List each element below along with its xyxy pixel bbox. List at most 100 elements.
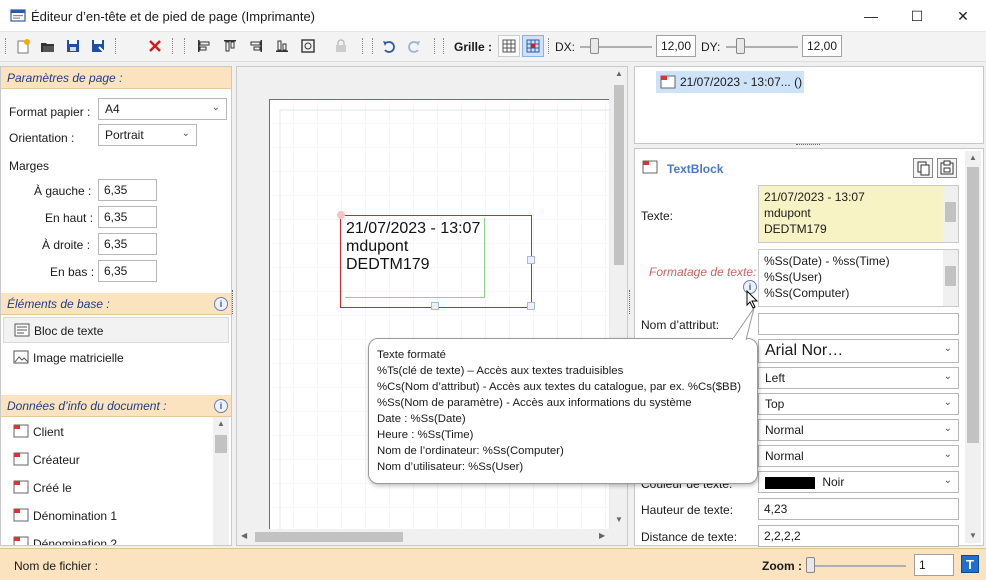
- resize-handle[interactable]: [527, 256, 535, 264]
- align-left-icon[interactable]: [193, 35, 215, 57]
- vertical-align-select[interactable]: Top ⌄: [758, 393, 959, 415]
- zoom-slider[interactable]: [806, 565, 906, 567]
- splitter-right[interactable]: [629, 290, 632, 314]
- maximize-button[interactable]: ☐: [894, 0, 940, 32]
- resize-handle[interactable]: [431, 302, 439, 310]
- dy-label: DY:: [701, 40, 721, 54]
- margin-right-input[interactable]: 6,35: [98, 233, 157, 255]
- new-icon[interactable]: [12, 35, 34, 57]
- orientation-select[interactable]: Portrait ⌄: [98, 124, 197, 146]
- open-icon[interactable]: [37, 35, 59, 57]
- text-mode-icon[interactable]: T: [961, 555, 979, 573]
- selected-text-block[interactable]: 21/07/2023 - 13:07 mdupont DEDTM179: [337, 211, 535, 310]
- align-bottom-icon[interactable]: [271, 35, 293, 57]
- text-distance-label: Distance de texte:: [641, 530, 738, 544]
- delete-icon[interactable]: [144, 35, 166, 57]
- info-icon[interactable]: i: [214, 399, 228, 413]
- page-params-header: Paramètres de page :: [1, 67, 231, 89]
- attribute-name-input[interactable]: [758, 313, 959, 335]
- grid-icon[interactable]: [498, 35, 520, 57]
- text-input[interactable]: 21/07/2023 - 13:07 mdupont DEDTM179: [758, 185, 959, 243]
- format-help-tooltip: Texte formaté %Ts(clé de texte) – Accès …: [368, 338, 758, 484]
- text-scrollbar[interactable]: [943, 186, 958, 242]
- text-height-input[interactable]: 4,23: [758, 498, 959, 520]
- text-label: Texte:: [641, 209, 674, 223]
- dx-slider-thumb[interactable]: [590, 38, 599, 54]
- save-as-icon[interactable]: [87, 35, 109, 57]
- list-item-designation-2[interactable]: Dénomination 2: [3, 531, 229, 545]
- list-item-text-block[interactable]: Bloc de texte: [3, 317, 229, 343]
- scrollbar-thumb[interactable]: [945, 266, 956, 286]
- dy-slider-thumb[interactable]: [736, 38, 745, 54]
- horizontal-align-select[interactable]: Left ⌄: [758, 367, 959, 389]
- tree-node[interactable]: 21/07/2023 - 13:07... (): [656, 71, 804, 93]
- base-elements-header: Éléments de base :: [1, 293, 231, 315]
- close-button[interactable]: ✕: [940, 0, 986, 32]
- scrollbar-thumb[interactable]: [614, 85, 624, 265]
- splitter-left[interactable]: [232, 290, 235, 314]
- paper-format-label: Format papier :: [9, 105, 91, 119]
- scrollbar-thumb[interactable]: [945, 202, 956, 222]
- scroll-up-icon[interactable]: ▲: [969, 153, 977, 162]
- scrollbar-thumb[interactable]: [255, 532, 403, 542]
- left-panel: Paramètres de page : Format papier : A4 ⌄…: [0, 66, 232, 546]
- resize-handle[interactable]: [527, 302, 535, 310]
- title-bar: Éditeur d’en-tête et de pied de page (Im…: [0, 0, 986, 32]
- doc-info-scrollbar[interactable]: ▲: [213, 417, 229, 545]
- toolbar-grip: [5, 38, 7, 54]
- redo-icon[interactable]: [403, 35, 425, 57]
- canvas-hscroll[interactable]: ◀ ▶: [237, 529, 611, 545]
- font-select[interactable]: Arial Nor… ⌄: [758, 339, 959, 363]
- chevron-down-icon: ⌄: [943, 449, 952, 460]
- margin-left-input[interactable]: 6,35: [98, 179, 157, 201]
- minimize-button[interactable]: —: [848, 0, 894, 32]
- text-field-icon: [13, 508, 29, 522]
- paper-format-select[interactable]: A4 ⌄: [98, 98, 227, 120]
- margin-left-label: À gauche :: [34, 184, 92, 198]
- text-distance-input[interactable]: 2,2,2,2: [758, 525, 959, 547]
- text-field-icon: [13, 424, 29, 438]
- dy-input[interactable]: 12,00: [802, 35, 842, 57]
- margin-top-input[interactable]: 6,35: [98, 206, 157, 228]
- undo-icon[interactable]: [378, 35, 400, 57]
- info-icon[interactable]: i: [214, 297, 228, 311]
- chevron-down-icon: ⌄: [943, 475, 952, 486]
- zoom-input[interactable]: 1: [914, 554, 954, 576]
- list-item-designation-1[interactable]: Dénomination 1: [3, 503, 229, 529]
- copy-icon[interactable]: [913, 158, 933, 178]
- list-item-bitmap[interactable]: Image matricielle: [3, 345, 229, 371]
- align-top-icon[interactable]: [219, 35, 241, 57]
- dx-input[interactable]: 12,00: [656, 35, 696, 57]
- align-right-icon[interactable]: [245, 35, 267, 57]
- zoom-slider-thumb[interactable]: [806, 557, 815, 573]
- font-style-select[interactable]: Normal ⌄: [758, 419, 959, 441]
- format-scrollbar[interactable]: [943, 250, 958, 306]
- fit-page-icon[interactable]: [297, 35, 319, 57]
- scroll-down-icon[interactable]: ▼: [615, 515, 623, 524]
- scroll-left-icon[interactable]: ◀: [241, 531, 247, 540]
- margin-top-label: En haut :: [45, 211, 94, 225]
- zoom-label: Zoom :: [762, 559, 802, 573]
- scroll-up-icon[interactable]: ▲: [615, 69, 623, 78]
- margin-bottom-input[interactable]: 6,35: [98, 260, 157, 282]
- scroll-up-icon[interactable]: ▲: [217, 419, 225, 428]
- list-item-creator[interactable]: Créateur: [3, 447, 229, 473]
- paste-icon[interactable]: [937, 158, 957, 178]
- font-weight-select[interactable]: Normal ⌄: [758, 445, 959, 467]
- text-color-select[interactable]: Noir ⌄: [758, 471, 959, 493]
- format-input[interactable]: %Ss(Date) - %ss(Time) %Ss(User) %Ss(Comp…: [758, 249, 959, 307]
- snap-grid-icon[interactable]: [522, 35, 544, 57]
- filename-label: Nom de fichier :: [14, 559, 99, 573]
- scrollbar-thumb[interactable]: [967, 167, 979, 443]
- save-icon[interactable]: [62, 35, 84, 57]
- list-item-client[interactable]: Client: [3, 419, 229, 445]
- splitter-horizontal[interactable]: [796, 144, 820, 147]
- scrollbar-thumb[interactable]: [215, 435, 227, 453]
- scroll-down-icon[interactable]: ▼: [969, 531, 977, 540]
- resize-handle[interactable]: [337, 211, 345, 219]
- list-item-created-on[interactable]: Créé le: [3, 475, 229, 501]
- lock-icon[interactable]: [330, 35, 352, 57]
- properties-scrollbar[interactable]: ▲ ▼: [965, 151, 981, 543]
- scroll-right-icon[interactable]: ▶: [599, 531, 605, 540]
- text-field-icon: [660, 75, 676, 89]
